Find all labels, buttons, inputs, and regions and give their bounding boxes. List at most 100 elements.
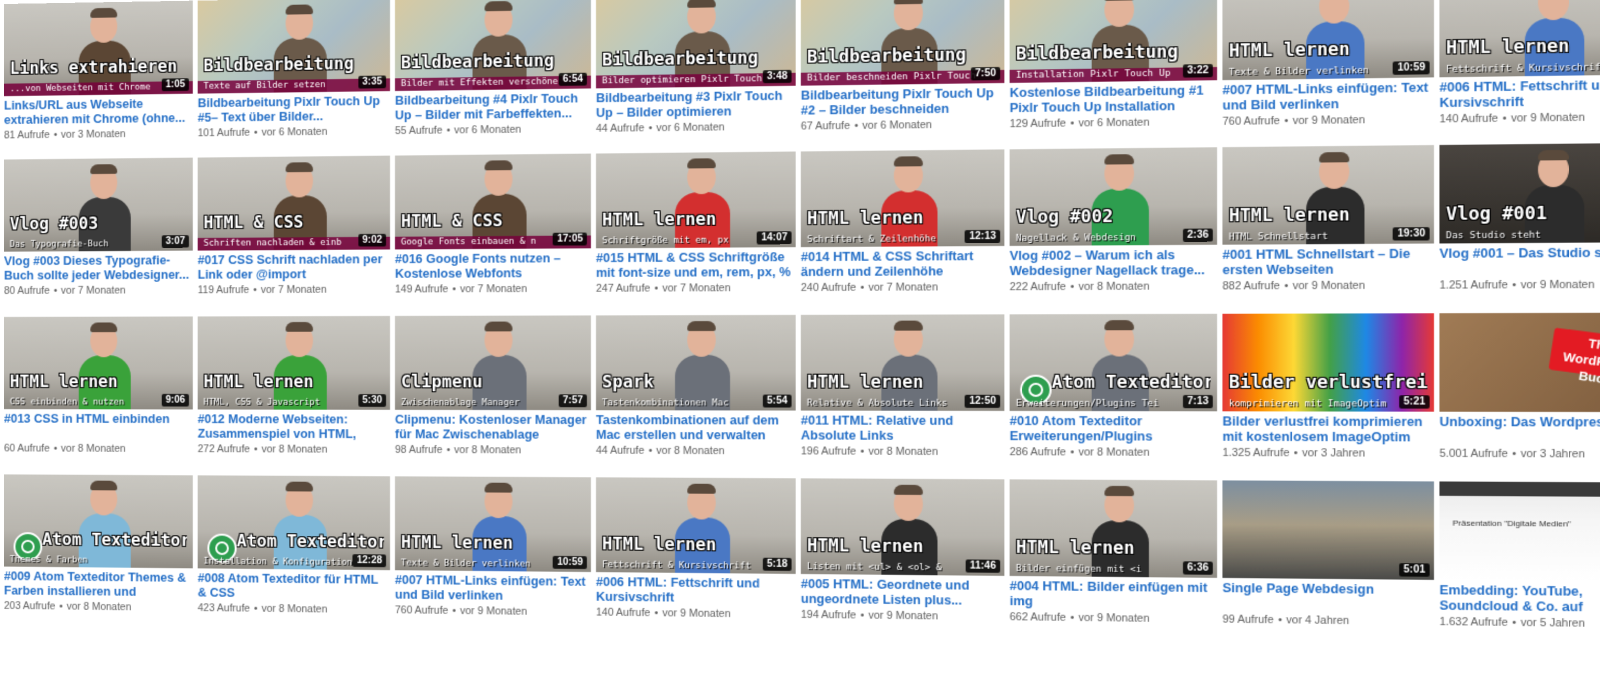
video-thumbnail[interactable]: Bilder verlustfrei komprimieren mit Image… [1222,313,1434,411]
video-card[interactable]: HTML lernen Relative & Absolute Links 12:5… [801,314,1005,471]
video-title-link[interactable]: Bildbearbeitung #4 Pixlr Touch Up – Bild… [395,91,591,123]
view-count: 760 Aufrufe [395,604,448,616]
video-thumbnail[interactable]: HTML lernenFettschrift & Kursivschrift5:… [1439,0,1600,77]
video-card[interactable]: Bildbearbeitung Installation Pixlr Touch … [1010,0,1217,143]
video-title-link[interactable]: Bildbearbeitung Pixlr Touch Up #5– Text … [198,94,390,126]
video-thumbnail[interactable]: Atom Texteditor Installation & Konfigurat… [198,475,390,570]
video-card[interactable]: Clipmenu Zwischenablage Manager 7:57 Clipm… [395,315,591,469]
video-card[interactable]: Bildbearbeitung Bilder mit Effekten versc… [395,0,591,150]
video-title-link[interactable]: #017 CSS Schrift nachladen per Link oder… [198,252,390,282]
video-thumbnail[interactable]: HTML lernen Bilder einfügen mit <i 6:36 [1010,479,1217,578]
video-card[interactable]: HTML lernen Schriftgröße mit em, px 14:07 … [596,152,796,308]
video-card[interactable]: HTML lernen Bilder einfügen mit <i 6:36 #0… [1010,479,1217,638]
video-title-link[interactable]: #005 HTML: Geordnete und ungeordnete Lis… [801,577,1005,609]
video-thumbnail[interactable]: Atom Texteditor Erweiterungen/Plugins Tei… [1010,314,1217,412]
video-title-link[interactable]: #014 HTML & CSS Schriftart ändern und Ze… [801,249,1005,280]
video-title-link[interactable]: #011 HTML: Relative und Absolute Links [801,414,1005,445]
video-card[interactable]: Vlog #001 Das Studio steht Vlog #001 – Da… [1439,143,1600,305]
video-card[interactable]: Atom Texteditor Themes & Farben #009 Atom… [4,474,193,626]
video-title-link[interactable]: Clipmenu: Kostenloser Manager für Mac Zw… [395,413,591,443]
video-title-link[interactable]: Tastenkombinationen auf dem Mac erstelle… [596,413,796,443]
video-thumbnail[interactable]: Bildbearbeitung Texte auf Bilder setzen 3:… [198,0,390,94]
upload-age: vor 8 Monaten [454,444,521,456]
video-title-link[interactable]: Links/URL aus Webseite extrahieren mit C… [4,97,193,128]
video-title-link[interactable]: #004 HTML: Bilder einfügen mit img [1010,579,1217,611]
video-thumbnail[interactable]: HTML lernen Relative & Absolute Links 12:5… [801,314,1005,411]
video-card[interactable]: HTML lernen HTML Schnellstart 19:30 #001 H… [1222,145,1434,306]
video-thumbnail[interactable]: Bildbearbeitung Installation Pixlr Touch … [1010,0,1217,83]
video-thumbnail[interactable]: Clipmenu Zwischenablage Manager 7:57 [395,315,591,410]
video-thumbnail[interactable]: 5:01 [1222,480,1434,579]
video-thumbnail[interactable]: Vlog #003 Das Typografie-Buch 3:07 [4,158,193,252]
video-thumbnail[interactable]: HTML & CSS Google Fonts einbauen & n 17:05 [395,154,591,250]
video-card[interactable]: The WordPress Buch Unboxing: Das Wordpre… [1439,313,1600,475]
video-card[interactable]: Bildbearbeitung Texte auf Bilder setzen 3:… [198,0,390,152]
video-title-link[interactable]: #016 Google Fonts nutzen – Kostenlose We… [395,251,591,281]
video-title-link[interactable]: Unboxing: Das Wordpress [1439,415,1600,431]
video-thumbnail[interactable]: HTML lernen Texte & Bilder verlinken 10:59 [395,476,591,572]
video-thumbnail[interactable]: Bildbearbeitung Bilder optimieren Pixlr T… [596,0,796,88]
video-thumbnail[interactable]: Präsentation "Digitale Medien" [1439,481,1600,581]
video-thumbnail[interactable]: HTML lernen Texte & Bilder verlinken 10:59 [1222,0,1434,80]
video-title-link[interactable]: #007 HTML-Links einfügen: Text und Bild … [1222,80,1434,113]
video-card[interactable]: Vlog #003 Das Typografie-Buch 3:07 Vlog #0… [4,158,193,310]
video-thumbnail[interactable]: Spark Tastenkombinationen Mac 5:54 [596,315,796,411]
video-card[interactable]: HTML lernenFettschrift & Kursivschrift5:… [596,477,796,633]
video-card[interactable]: HTML & CSS Schriften nachladen & einb 9:02… [198,156,390,309]
video-title-link[interactable]: Bildbearbeitung Pixlr Touch Up #2 – Bild… [801,86,1005,119]
video-card[interactable]: Bildbearbeitung Bilder optimieren Pixlr T… [596,0,796,148]
video-card[interactable]: HTML lernen CSS einbinden & nutzen 9:06 #0… [4,316,193,467]
video-title-link[interactable]: #015 HTML & CSS Schriftgröße mit font-si… [596,250,796,281]
video-card[interactable]: HTML lernen Texte & Bilder verlinken 10:59… [395,476,591,631]
video-title-link[interactable]: Kostenlose Bildbearbeitung #1 Pixlr Touc… [1010,83,1217,116]
video-title-link[interactable]: Embedding: YouTube, Soundcloud & Co. auf [1439,583,1600,616]
video-card[interactable]: Atom Texteditor Installation & Konfigurat… [198,475,390,628]
video-card[interactable]: HTML lernenFettschrift & Kursivschrift5:… [1439,0,1600,139]
video-card[interactable]: Vlog #002 Nagellack & Webdesign 2:36 Vlog … [1010,147,1217,306]
video-title-link[interactable]: Vlog #002 – Warum ich als Webdesigner Na… [1010,248,1217,279]
video-card[interactable]: 5:01 Single Page Webdesign 99 Aufrufe • vo… [1222,480,1434,641]
video-title-link[interactable]: Vlog #003 Dieses Typografie-Buch sollte … [4,254,193,284]
video-thumbnail[interactable]: HTML lernenFettschrift & Kursivschrift5:… [596,477,796,574]
video-card[interactable]: HTML lernen Listen mit <ul> & <ol> & 11:46… [801,478,1005,636]
video-title-link[interactable]: #012 Moderne Webseiten: Zusammenspiel vo… [198,412,390,442]
video-title-link[interactable]: Single Page Webdesign [1222,581,1434,598]
video-title-link[interactable]: Bilder verlustfrei komprimieren mit kost… [1222,414,1434,445]
video-card[interactable]: Spark Tastenkombinationen Mac 5:54 Tastenk… [596,315,796,470]
video-thumbnail[interactable]: Atom Texteditor Themes & Farben [4,474,193,568]
video-card[interactable]: HTML lernen Texte & Bilder verlinken 10:59… [1222,0,1434,141]
video-thumbnail[interactable]: Vlog #002 Nagellack & Webdesign 2:36 [1010,147,1217,246]
video-title-link[interactable]: #013 CSS in HTML einbinden [4,412,193,427]
video-thumbnail[interactable]: HTML lernen Listen mit <ul> & <ol> & 11:46 [801,478,1005,576]
video-card[interactable]: HTML lernen Schriftart & Zeilenhöhe 12:13 … [801,149,1005,307]
video-thumbnail[interactable]: HTML lernen Schriftart & Zeilenhöhe 12:13 [801,149,1005,247]
view-count: 5.001 Aufrufe [1439,448,1507,461]
video-card[interactable]: Bilder verlustfrei komprimieren mit Image… [1222,313,1434,473]
video-thumbnail[interactable]: Links extrahieren ...von Webseiten mit Ch… [4,1,193,96]
video-title-link[interactable]: #001 HTML Schnellstart – Die ersten Webs… [1222,247,1434,279]
video-title-link[interactable]: #006 HTML: Fettschrift und Kursivschrift [1439,78,1600,112]
video-thumbnail[interactable]: HTML lernen Schriftgröße mit em, px 14:07 [596,152,796,249]
video-card[interactable]: HTML lernen HTML, CSS & Javascript 5:30 #0… [198,316,390,469]
video-thumbnail[interactable]: The WordPress Buch [1439,313,1600,412]
video-title-link[interactable]: Bildbearbeitung #3 Pixlr Touch Up – Bild… [596,89,796,121]
video-thumbnail[interactable]: HTML lernen CSS einbinden & nutzen 9:06 [4,316,193,409]
video-thumbnail[interactable]: Vlog #001 Das Studio steht [1439,143,1600,244]
video-card[interactable]: HTML & CSS Google Fonts einbauen & n 17:05… [395,154,591,309]
video-card[interactable]: Atom Texteditor Erweiterungen/Plugins Tei… [1010,314,1217,472]
video-title-link[interactable]: Vlog #001 – Das Studio steht [1439,245,1600,262]
video-title-link[interactable]: #006 HTML: Fettschrift und Kursivschrift [596,575,796,607]
video-card[interactable]: Präsentation "Digitale Medien" Embedding… [1439,481,1600,644]
video-thumbnail[interactable]: Bildbearbeitung Bilder beschneiden Pixlr … [801,0,1005,86]
video-thumbnail[interactable]: HTML lernen HTML, CSS & Javascript 5:30 [198,316,390,410]
video-thumbnail[interactable]: HTML lernen HTML Schnellstart 19:30 [1222,145,1434,245]
video-title-link[interactable]: #007 HTML-Links einfügen: Text und Bild … [395,573,591,604]
video-title-link[interactable]: #008 Atom Texteditor für HTML & CSS [198,571,390,602]
thumbnail-overlay-title: Vlog #001 [1446,203,1600,225]
video-card[interactable]: Bildbearbeitung Bilder beschneiden Pixlr … [801,0,1005,145]
video-title-link[interactable]: #009 Atom Texteditor Themes & Farben ins… [4,569,193,600]
video-card[interactable]: Links extrahieren ...von Webseiten mit Ch… [4,1,193,154]
video-thumbnail[interactable]: Bildbearbeitung Bilder mit Effekten versc… [395,0,591,91]
video-thumbnail[interactable]: HTML & CSS Schriften nachladen & einb 9:02 [198,156,390,251]
video-title-link[interactable]: #010 Atom Texteditor Erweiterungen/Plugi… [1010,414,1217,445]
